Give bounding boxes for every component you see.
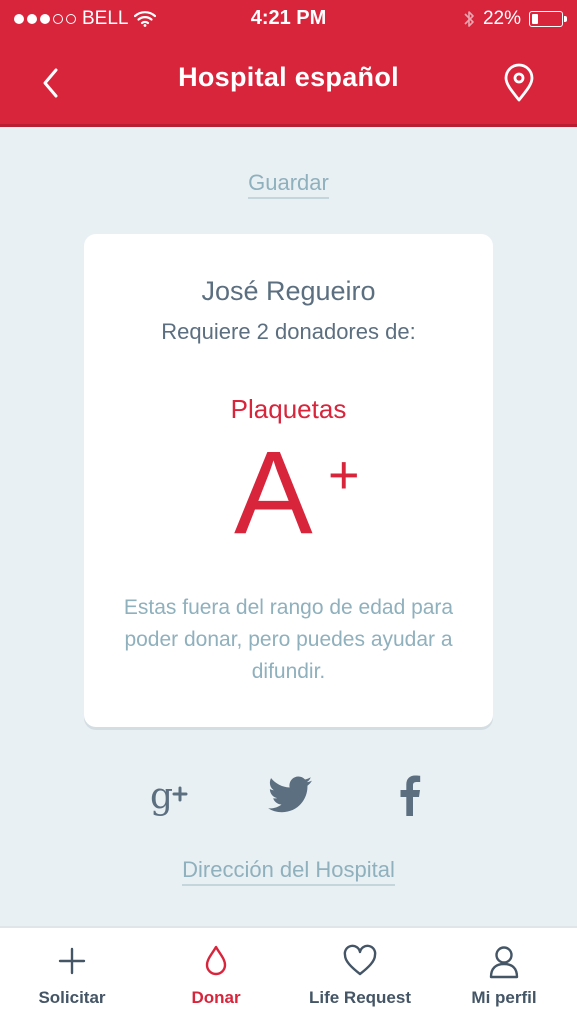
hospital-address-link[interactable]: Dirección del Hospital — [182, 857, 395, 886]
battery-percent: 22% — [482, 8, 521, 29]
header-bar: BELL 4:21 PM 22% Hospital español — [0, 0, 577, 124]
rh-factor: + — [328, 445, 360, 505]
location-button[interactable] — [501, 62, 537, 106]
svg-text:g: g — [150, 776, 173, 817]
tab-donar[interactable]: Donar — [144, 928, 288, 1026]
tab-label: Donar — [191, 988, 241, 1007]
facebook-icon — [400, 775, 421, 816]
tab-solicitar[interactable]: Solicitar — [0, 928, 144, 1026]
twitter-share-button[interactable] — [266, 770, 316, 820]
tab-bar: Solicitar Donar Life Request Mi perfil — [0, 926, 577, 1026]
tab-mi-perfil[interactable]: Mi perfil — [432, 928, 576, 1026]
status-right: 22% — [463, 8, 567, 30]
blood-group: A — [234, 427, 313, 559]
google-plus-share-button[interactable]: g — [148, 770, 198, 820]
donor-name: José Regueiro — [201, 276, 376, 306]
requirement-text: Requiere 2 donadores de: — [161, 319, 416, 344]
user-icon — [489, 946, 519, 979]
plus-icon — [58, 947, 86, 975]
blood-component: Plaquetas — [230, 394, 347, 424]
facebook-share-button[interactable] — [384, 770, 434, 820]
eligibility-message: Estas fuera del rango de edad para poder… — [123, 596, 454, 683]
bluetooth-icon — [464, 11, 474, 27]
page-title: Hospital español — [178, 62, 399, 92]
save-link-row: Guardar — [0, 170, 577, 199]
twitter-icon — [268, 776, 312, 813]
blood-drop-icon — [205, 945, 227, 976]
tab-label: Mi perfil — [471, 988, 537, 1007]
hospital-link-row: Dirección del Hospital — [0, 857, 577, 886]
tab-label: Life Request — [308, 988, 412, 1007]
tab-life-request[interactable]: Life Request — [288, 928, 432, 1026]
battery-icon — [529, 11, 567, 27]
tab-label: Solicitar — [38, 988, 106, 1007]
status-bar: BELL 4:21 PM 22% — [0, 0, 577, 40]
google-plus-icon: g — [150, 776, 188, 817]
map-pin-icon — [504, 63, 534, 102]
save-link[interactable]: Guardar — [248, 170, 329, 199]
donation-request-card: José Regueiro Requiere 2 donadores de: P… — [84, 234, 493, 727]
heart-icon — [343, 944, 377, 976]
